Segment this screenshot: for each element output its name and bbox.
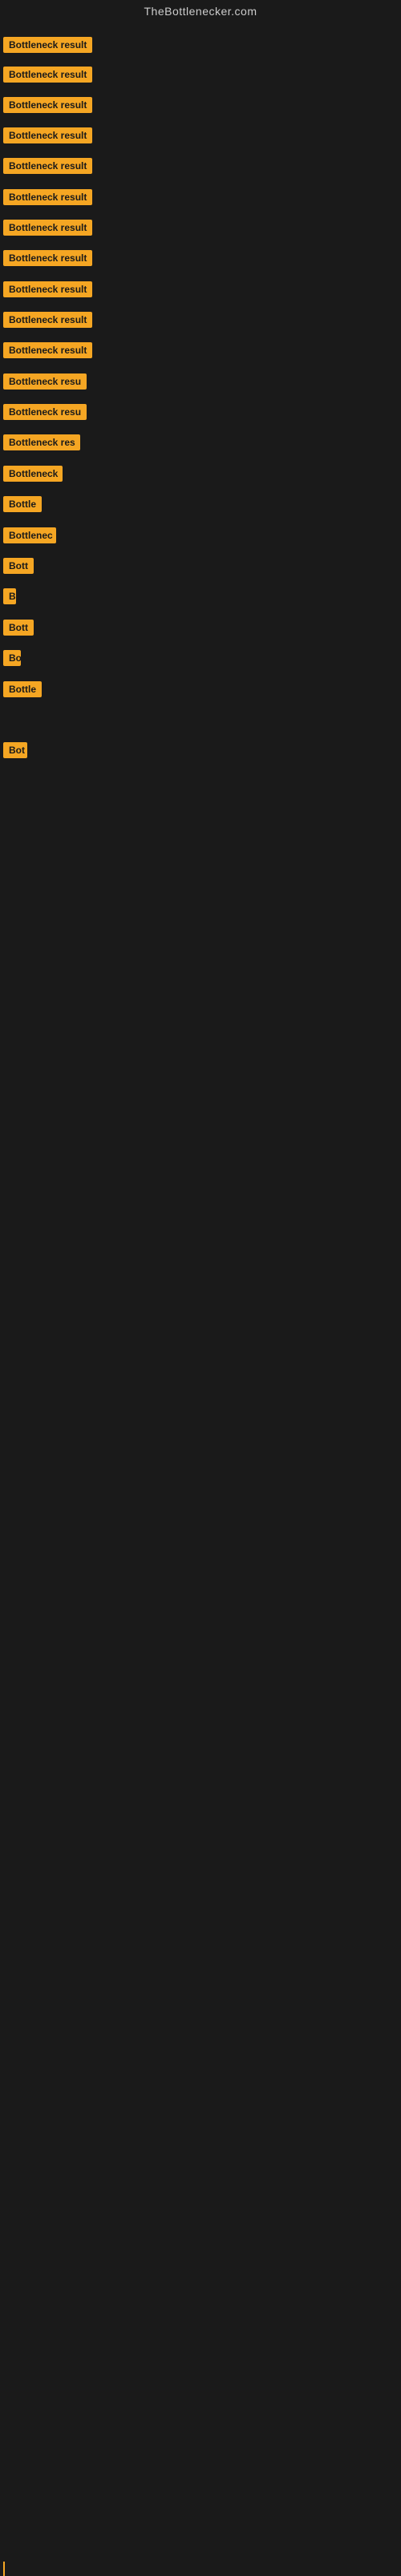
bottleneck-badge-row: Bott xyxy=(3,620,34,640)
bottleneck-badge: Bottleneck xyxy=(3,466,63,482)
bottleneck-badge: Bottleneck result xyxy=(3,67,92,83)
bottleneck-badge-row: Bottleneck result xyxy=(3,37,92,57)
bottleneck-badge: Bottle xyxy=(3,496,42,512)
bottleneck-badge: Bottlenec xyxy=(3,527,56,543)
bottleneck-badge-row: Bottleneck result xyxy=(3,281,92,301)
bottleneck-badge-row: B xyxy=(3,588,16,608)
bottleneck-badge-row: Bottleneck result xyxy=(3,67,92,87)
bottleneck-badge: Bottleneck result xyxy=(3,312,92,328)
bottleneck-badge-row: Bottle xyxy=(3,496,42,516)
bottleneck-badge-row: Bottleneck xyxy=(3,466,63,486)
bottleneck-badge: Bottleneck resu xyxy=(3,404,87,420)
bottleneck-badge-row: Bottleneck result xyxy=(3,250,92,270)
bottleneck-badge: Bott xyxy=(3,620,34,636)
bottleneck-badge: Bottleneck result xyxy=(3,342,92,358)
bottleneck-badge-row: Bottleneck result xyxy=(3,127,92,147)
bottleneck-badge: Bottleneck result xyxy=(3,250,92,266)
bottleneck-badge: Bottleneck res xyxy=(3,434,80,450)
bottleneck-badge-row: Bottleneck result xyxy=(3,158,92,178)
cursor-indicator xyxy=(3,2562,5,2576)
bottleneck-badge-row: Bottleneck res xyxy=(3,434,80,454)
bottleneck-badge: B xyxy=(3,588,16,604)
bottleneck-badge: Bottle xyxy=(3,681,42,697)
bottleneck-badge: Bottleneck result xyxy=(3,281,92,297)
bottleneck-badge-row: Bottleneck result xyxy=(3,342,92,362)
bottleneck-badge: Bottleneck result xyxy=(3,127,92,143)
bottleneck-badge-row: Bo xyxy=(3,650,21,670)
bottleneck-badge-row: Bottleneck result xyxy=(3,189,92,209)
bottleneck-badge: Bo xyxy=(3,650,21,666)
bottleneck-badge-row: Bottleneck result xyxy=(3,97,92,117)
bottleneck-badge-row: Bottle xyxy=(3,681,42,701)
bottleneck-badge: Bottleneck result xyxy=(3,220,92,236)
bottleneck-badge: Bottleneck result xyxy=(3,37,92,53)
bottleneck-badge: Bottleneck resu xyxy=(3,373,87,390)
bottleneck-badge: Bottleneck result xyxy=(3,97,92,113)
bottleneck-badge: Bottleneck result xyxy=(3,189,92,205)
bottleneck-badge: Bottleneck result xyxy=(3,158,92,174)
site-title: TheBottlenecker.com xyxy=(0,0,401,21)
bottleneck-badge: Bott xyxy=(3,558,34,574)
bottleneck-badge: Bot xyxy=(3,742,27,758)
bottleneck-badge-row: Bottleneck resu xyxy=(3,404,87,424)
bottleneck-badge-row: Bottleneck result xyxy=(3,312,92,332)
bottleneck-badge-row: Bottlenec xyxy=(3,527,56,547)
bottleneck-badge-row: Bottleneck result xyxy=(3,220,92,240)
bottleneck-badge-row: Bott xyxy=(3,558,34,578)
bottleneck-badge-row: Bot xyxy=(3,742,27,762)
bottleneck-badge-row: Bottleneck resu xyxy=(3,373,87,394)
